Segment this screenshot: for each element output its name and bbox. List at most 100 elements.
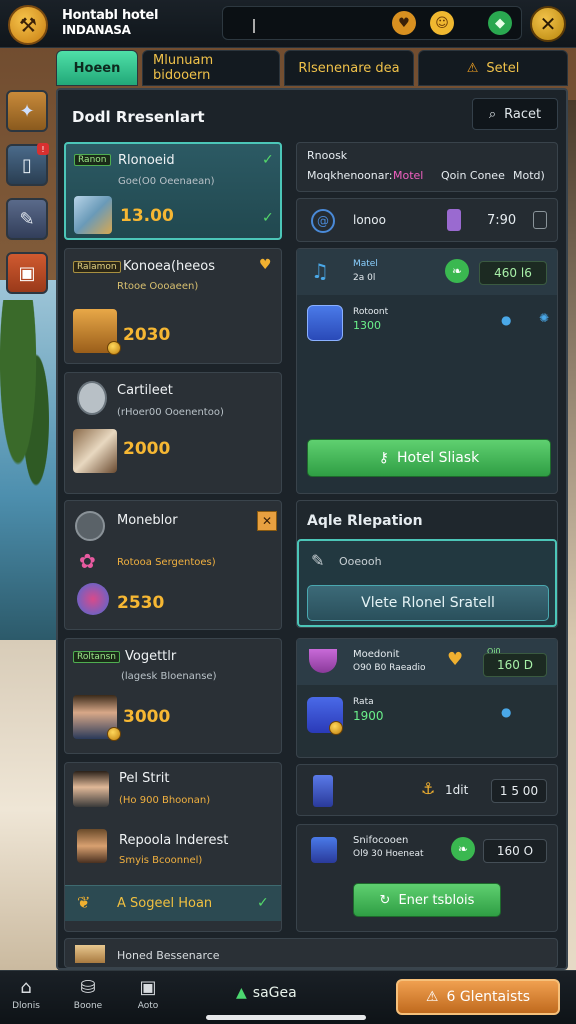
center-status[interactable]: ▲ saGea (236, 985, 297, 1001)
reception-input-label: Ooeooh (339, 555, 382, 568)
room-subtitle: Rotooa Sergentoes) (117, 557, 216, 568)
view-motel-button[interactable]: Vlete Rlonel Sratell (307, 585, 549, 621)
room-price: 13.00 (120, 206, 174, 226)
filter-option-coin[interactable]: Qoin Conee (441, 169, 505, 182)
gem-icon[interactable]: ◆ (488, 11, 512, 35)
potion-icon (447, 209, 461, 231)
tab-home[interactable]: Hoeen (56, 50, 138, 86)
panel-title: Dodl Rresenlart (72, 108, 205, 126)
tab-settings[interactable]: ⚠ Setel (418, 50, 568, 86)
room-subtitle: Goe(O0 Oeenaean) (118, 176, 215, 187)
room-tag: Ralamon (73, 261, 121, 273)
edit-value: 1 5 00 (491, 779, 547, 803)
room-card-7[interactable]: Honed Bessenarce (64, 938, 558, 968)
toggle-icon[interactable] (533, 211, 547, 229)
leaf-badge-icon: ❧ (445, 259, 469, 283)
room-card-2[interactable]: Ralamon Konoea(heeos ♥ Rtooe Oooaeen) 20… (64, 248, 282, 364)
special-room-row[interactable]: ❦ A Sogeel Hoan ✓ (65, 885, 281, 921)
nav-profile[interactable]: ⛁ Boone (66, 977, 110, 1021)
bag-glyph: ▣ (18, 262, 36, 284)
app-title-line1: Hontabl hotel (62, 8, 159, 23)
room-subtitle: (lagesk Bloenanse) (121, 671, 217, 682)
info-label: lonoo (353, 213, 386, 227)
surf-title: Snifocooen (353, 835, 409, 846)
unit-title: Moedonit (353, 649, 400, 660)
recent-search-button[interactable]: ⌕ Racet (472, 98, 558, 130)
tab-bedrooms-label: Mlunuam bidooern (153, 53, 214, 83)
compass-glyph: ✦ (19, 100, 35, 122)
nav-auto[interactable]: ▣ Aoto (126, 977, 170, 1021)
close-box-icon[interactable]: ✕ (257, 511, 277, 531)
leaf-icon: ❦ (77, 893, 91, 912)
detail-sub: 2a 0l (353, 273, 376, 283)
customize-label: 6 Glentaists (446, 989, 531, 1005)
background-bed (0, 640, 58, 980)
tab-bar: Hoeen Mlunuam bidooern Rlsenenare dea ⚠ S… (56, 50, 568, 86)
customize-button[interactable]: ⚠ 6 Glentaists (396, 979, 560, 1015)
top-bar: ⚒ Hontabl hotel INDANASA ♥ ☺ ◆ ✕ (0, 0, 576, 48)
tools-icon[interactable]: ✎ (6, 198, 48, 240)
coin-icon (107, 341, 121, 355)
key-icon: ⚷ (378, 450, 390, 466)
surf-sub: Ol9 30 Hoeneat (353, 849, 424, 859)
unit-value: 160 D (483, 653, 547, 677)
room-title: Rlonoeid (118, 153, 175, 168)
guest-subtitle: (Ho 900 Bhoonan) (119, 795, 211, 806)
home-indicator (206, 1015, 366, 1020)
refresh-icon: ↻ (379, 892, 391, 908)
app-title: Hontabl hotel INDANASA (62, 8, 158, 38)
smile-coin-icon[interactable]: ☺ (430, 11, 454, 35)
room-title: Konoea(heeos (123, 259, 216, 274)
room-card-5[interactable]: Roltansn Vogettlr (lagesk Bloenanse) 300… (64, 638, 282, 754)
locker-icon (313, 775, 333, 807)
hotel-slash-button[interactable]: ⚷ Hotel Sliask (307, 439, 551, 477)
drop-icon: ● (501, 313, 512, 327)
reception-title: Aqle Rlepation (307, 513, 423, 529)
tools-glyph: ✎ (19, 208, 35, 230)
cube-icon (307, 305, 343, 341)
reception-input-box[interactable]: ✎ Ooeooh Vlete Rlonel Sratell (297, 539, 557, 627)
compass-icon[interactable]: ✦ (6, 90, 48, 132)
heart-coin-icon[interactable]: ♥ (392, 11, 416, 35)
swirl-icon: @ (311, 209, 335, 233)
hotel-detail-card: ♫ Matel 2a 0l ❧ 460 l6 Rotoont 1300 ● ✺ … (296, 248, 558, 494)
hammer-logo-icon[interactable]: ⚒ (8, 5, 48, 45)
edit-row[interactable]: ⚓ 1dit 1 5 00 (296, 764, 558, 816)
room-card-4[interactable]: Moneblor ✕ ✿ Rotooa Sergentoes) 2530 (64, 500, 282, 630)
flower-icon: ✿ (79, 549, 96, 573)
guest-card[interactable]: Pel Strit (Ho 900 Bhoonan) Repoola lnder… (64, 762, 282, 932)
mountain-icon: ▲ (236, 985, 247, 1001)
room-thumbnail (74, 196, 112, 234)
guest-name-2: Repoola lnderest (119, 833, 229, 848)
room-card-1[interactable]: Ranon Rlonoeid ✓ Goe(O0 Oeenaean) 13.00 … (64, 142, 282, 240)
home-icon: ⌂ (20, 977, 32, 998)
room-tag: Ranon (74, 154, 111, 166)
anchor-icon: ⚓ (421, 779, 436, 798)
nav-home[interactable]: ⌂ Dlonis (4, 977, 48, 1021)
reception-card: Aqle Rlepation ✎ Ooeooh Vlete Rlonel Sra… (296, 500, 558, 628)
filter-card: Rnoosk Moqkhenoonar: Motel Qoin Conee Mo… (296, 142, 558, 192)
heart-shield-icon: ♥ (447, 649, 464, 670)
archive-icon (311, 837, 337, 863)
filter-option-mold[interactable]: Motd) (513, 169, 545, 182)
room-card-3[interactable]: Cartileet (rHoer00 Ooenentoo) 2000 (64, 372, 282, 494)
check-icon: ✓ (262, 210, 274, 226)
info-row-1[interactable]: @ lonoo 7:90 (296, 198, 558, 242)
shop-bag-icon[interactable]: ▣ (6, 252, 48, 294)
close-button[interactable]: ✕ (530, 6, 566, 42)
edit-label: 1dit (445, 783, 469, 797)
filter-options-label: Moqkhenoonar: (307, 169, 393, 182)
coin-icon (107, 727, 121, 741)
tab-settings-label: Setel (486, 60, 520, 76)
room-title: Moneblor (117, 513, 178, 528)
tab-bedrooms[interactable]: Mlunuam bidooern (142, 50, 280, 86)
search-input[interactable] (222, 6, 522, 40)
heart-icon: ♥ (259, 257, 272, 273)
tab-reservations[interactable]: Rlsenenare dea (284, 50, 414, 86)
phone-icon[interactable]: ▯! (6, 143, 49, 186)
filter-option-motel[interactable]: Motel (393, 169, 423, 182)
briefcase-icon: ▣ (139, 977, 157, 998)
enter-button[interactable]: ↻ Ener tsblois (353, 883, 501, 917)
info-value: 7:90 (487, 213, 517, 228)
unit-sub: O90 B0 Raeadio (353, 663, 426, 673)
